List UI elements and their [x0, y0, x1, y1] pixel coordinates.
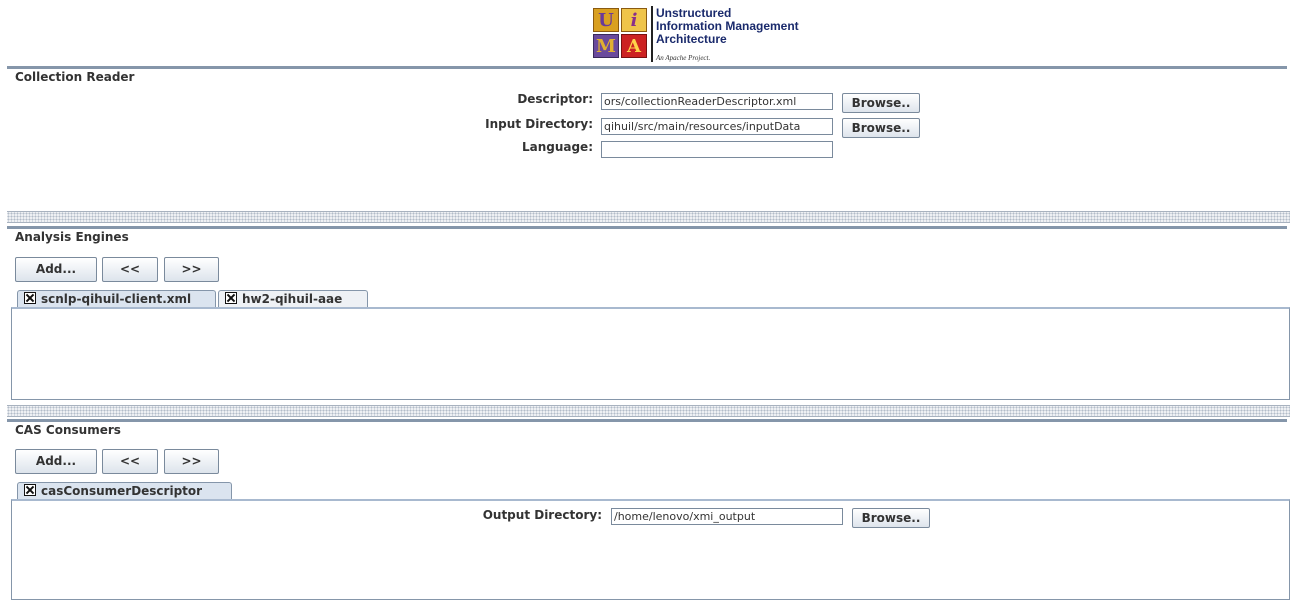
ae-move-left-button[interactable]: <<: [102, 257, 158, 282]
uima-logo: U i M A: [593, 8, 649, 60]
logo-divider: [651, 6, 653, 62]
logo-text-line-3: Architecture: [656, 32, 727, 46]
logo-tagline: An Apache Project.: [656, 54, 711, 62]
logo-tile-i: i: [621, 8, 647, 32]
descriptor-browse-button[interactable]: Browse..: [842, 93, 920, 113]
logo-tile-a: A: [621, 34, 647, 58]
ae-tab-label: scnlp-qihuil-client.xml: [41, 292, 192, 306]
splitter-1[interactable]: [7, 211, 1290, 223]
input-directory-field[interactable]: qihuil/src/main/resources/inputData: [601, 118, 833, 135]
splitter-2[interactable]: [7, 405, 1290, 417]
cas-consumers-title: CAS Consumers: [15, 423, 121, 437]
close-icon[interactable]: [24, 292, 36, 304]
analysis-engines-title: Analysis Engines: [15, 230, 129, 244]
language-label: Language:: [521, 140, 593, 154]
cc-tab-casconsumer[interactable]: casConsumerDescriptor: [17, 482, 232, 500]
ae-tab-content: [11, 307, 1290, 400]
logo-tile-u: U: [593, 8, 619, 32]
descriptor-label: Descriptor:: [517, 92, 593, 106]
cc-move-right-button[interactable]: >>: [164, 449, 219, 474]
cc-move-left-button[interactable]: <<: [102, 449, 158, 474]
collection-reader-title: Collection Reader: [15, 70, 135, 84]
close-icon[interactable]: [225, 292, 237, 304]
ae-tab-scnlp[interactable]: scnlp-qihuil-client.xml: [17, 290, 216, 308]
output-directory-label: Output Directory:: [482, 508, 602, 522]
descriptor-field[interactable]: ors/collectionReaderDescriptor.xml: [601, 93, 833, 110]
ae-add-button[interactable]: Add...: [15, 257, 97, 282]
output-directory-browse-button[interactable]: Browse..: [852, 508, 930, 528]
output-directory-field[interactable]: /home/lenovo/xmi_output: [611, 508, 843, 525]
language-field[interactable]: [601, 141, 833, 158]
ae-tab-label: hw2-qihuil-aae: [242, 292, 343, 306]
close-icon[interactable]: [24, 484, 36, 496]
cc-add-button[interactable]: Add...: [15, 449, 97, 474]
logo-tile-m: M: [593, 34, 619, 58]
ae-move-right-button[interactable]: >>: [164, 257, 219, 282]
ae-tab-hw2[interactable]: hw2-qihuil-aae: [218, 290, 368, 308]
input-directory-browse-button[interactable]: Browse..: [842, 118, 920, 138]
input-directory-label: Input Directory:: [485, 117, 593, 131]
collection-reader-panel: Collection Reader: [7, 66, 1287, 209]
cc-tab-label: casConsumerDescriptor: [41, 484, 203, 498]
